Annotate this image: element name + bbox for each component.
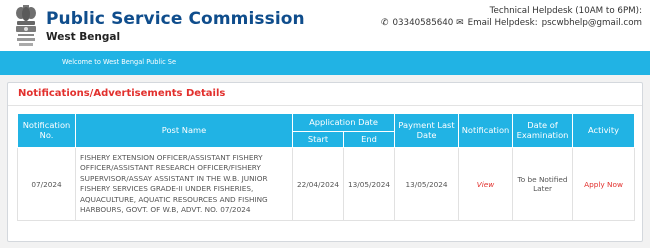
apply-now-link[interactable]: Apply Now [584, 180, 623, 189]
state-emblem-icon [16, 5, 36, 46]
header-end: End [342, 131, 396, 148]
header-application-date: Application Date [291, 113, 396, 132]
header-payment-last-date: Payment Last Date [394, 113, 460, 148]
notifications-table: Notification No. Post Name Application D… [17, 113, 636, 221]
phone-icon: ✆ [380, 17, 389, 28]
section-title: Notifications/Advertisements Details [18, 88, 226, 99]
header-activity: Activity [572, 113, 636, 148]
cell-end-date: 13/05/2024 [342, 147, 396, 221]
helpdesk-email[interactable]: pscwbhelp@gmail.com [542, 18, 642, 30]
view-notification-link[interactable]: View [477, 180, 494, 189]
header-notification-no: Notification No. [17, 113, 76, 148]
cell-activity: Apply Now [572, 147, 636, 221]
cell-notification-no: 07/2024 [17, 147, 76, 221]
divider [8, 105, 642, 106]
site-header: Public Service Commission West Bengal Te… [0, 0, 650, 51]
email-label: Email Helpdesk: [467, 17, 538, 28]
site-subtitle: West Bengal [46, 31, 121, 43]
cell-start-date: 22/04/2024 [292, 147, 344, 221]
cell-payment-last-date: 13/05/2024 [394, 147, 460, 221]
helpdesk-phone[interactable]: 03340585640 [393, 18, 454, 30]
table-row: 07/2024 FISHERY EXTENSION OFFICER/ASSIST… [17, 147, 636, 221]
envelope-icon: ✉ [456, 17, 464, 28]
cell-notification: View [458, 147, 514, 221]
helpdesk-info: Technical Helpdesk (10AM to 6PM): ✆ 0334… [381, 6, 642, 29]
helpdesk-label: Technical Helpdesk (10AM to 6PM): [489, 6, 642, 16]
marquee-text[interactable]: Welcome to West Bengal Public Se [62, 58, 176, 66]
announcement-bar: Welcome to West Bengal Public Se [0, 51, 650, 75]
header-notification: Notification [458, 113, 514, 148]
site-title: Public Service Commission [46, 9, 305, 29]
header-start: Start [292, 131, 344, 148]
cell-post-name: FISHERY EXTENSION OFFICER/ASSISTANT FISH… [75, 147, 293, 221]
header-post-name: Post Name [75, 113, 293, 148]
header-date-of-examination: Date of Examination [512, 113, 574, 148]
notifications-card: Notifications/Advertisements Details Not… [7, 82, 643, 242]
cell-date-of-examination: To be Notified Later [512, 147, 574, 221]
